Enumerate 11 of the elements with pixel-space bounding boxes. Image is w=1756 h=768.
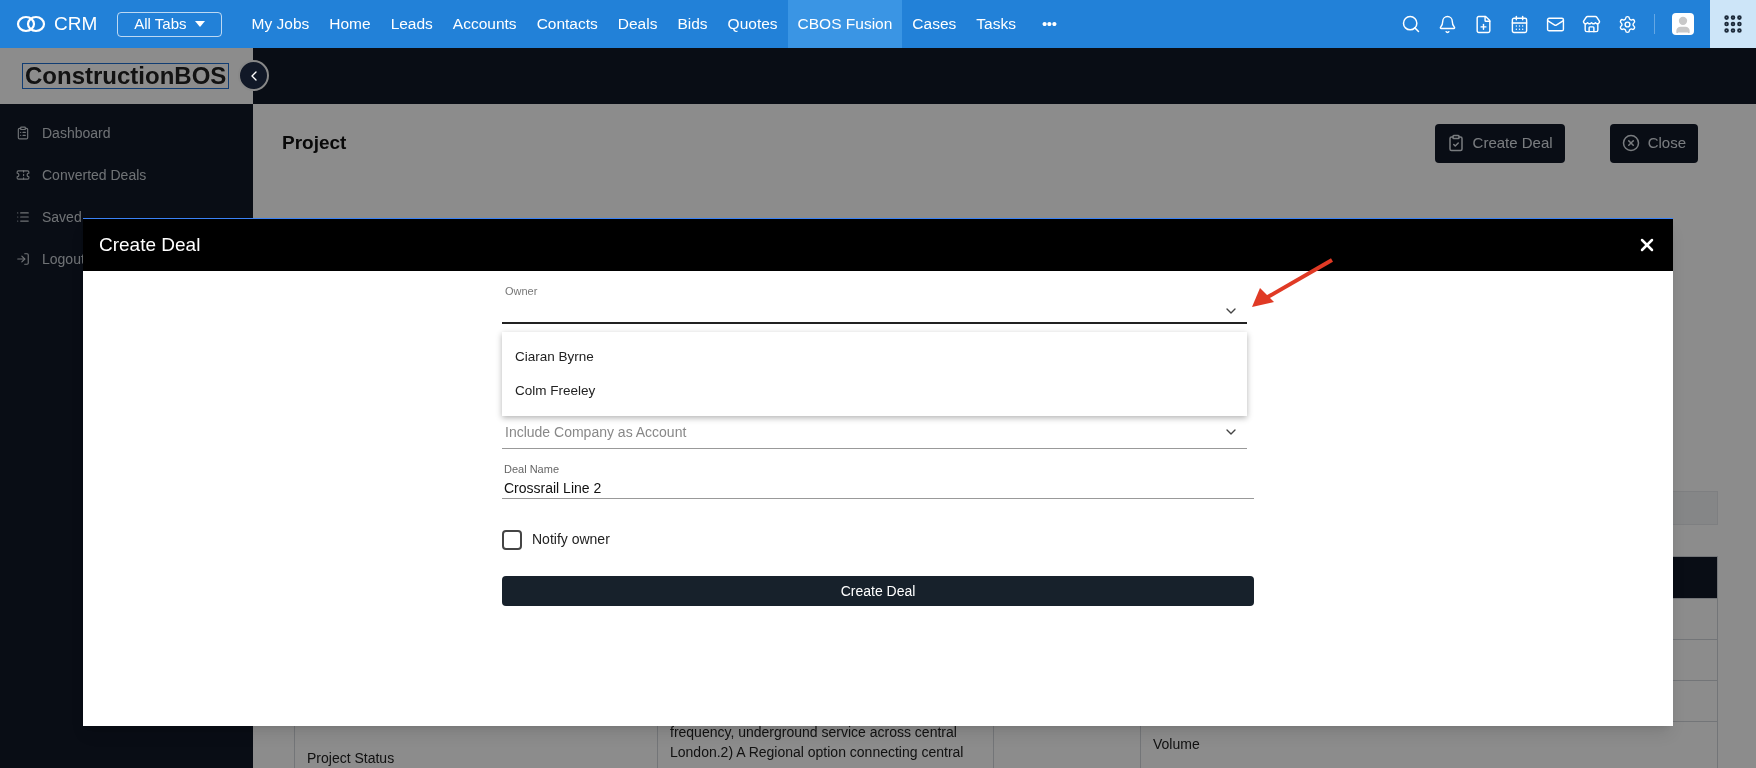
table-cell-text: frequency, underground service across central bbox=[670, 723, 958, 742]
dialog-title: Create Deal bbox=[99, 232, 201, 257]
checkbox-label: Notify owner bbox=[532, 530, 610, 549]
table-cell: Volume bbox=[1153, 736, 1200, 752]
table-cell-text: London.2) A Regional option connecting central bbox=[670, 743, 965, 762]
construction-bos-logo: ConstructionBOS bbox=[22, 63, 230, 89]
field-label: Deal Name bbox=[503, 461, 561, 477]
brand-name: CRM bbox=[54, 11, 98, 36]
page-title: Project bbox=[282, 130, 347, 155]
table-cell: Project Status bbox=[307, 750, 395, 766]
field-label: Owner bbox=[504, 284, 539, 299]
